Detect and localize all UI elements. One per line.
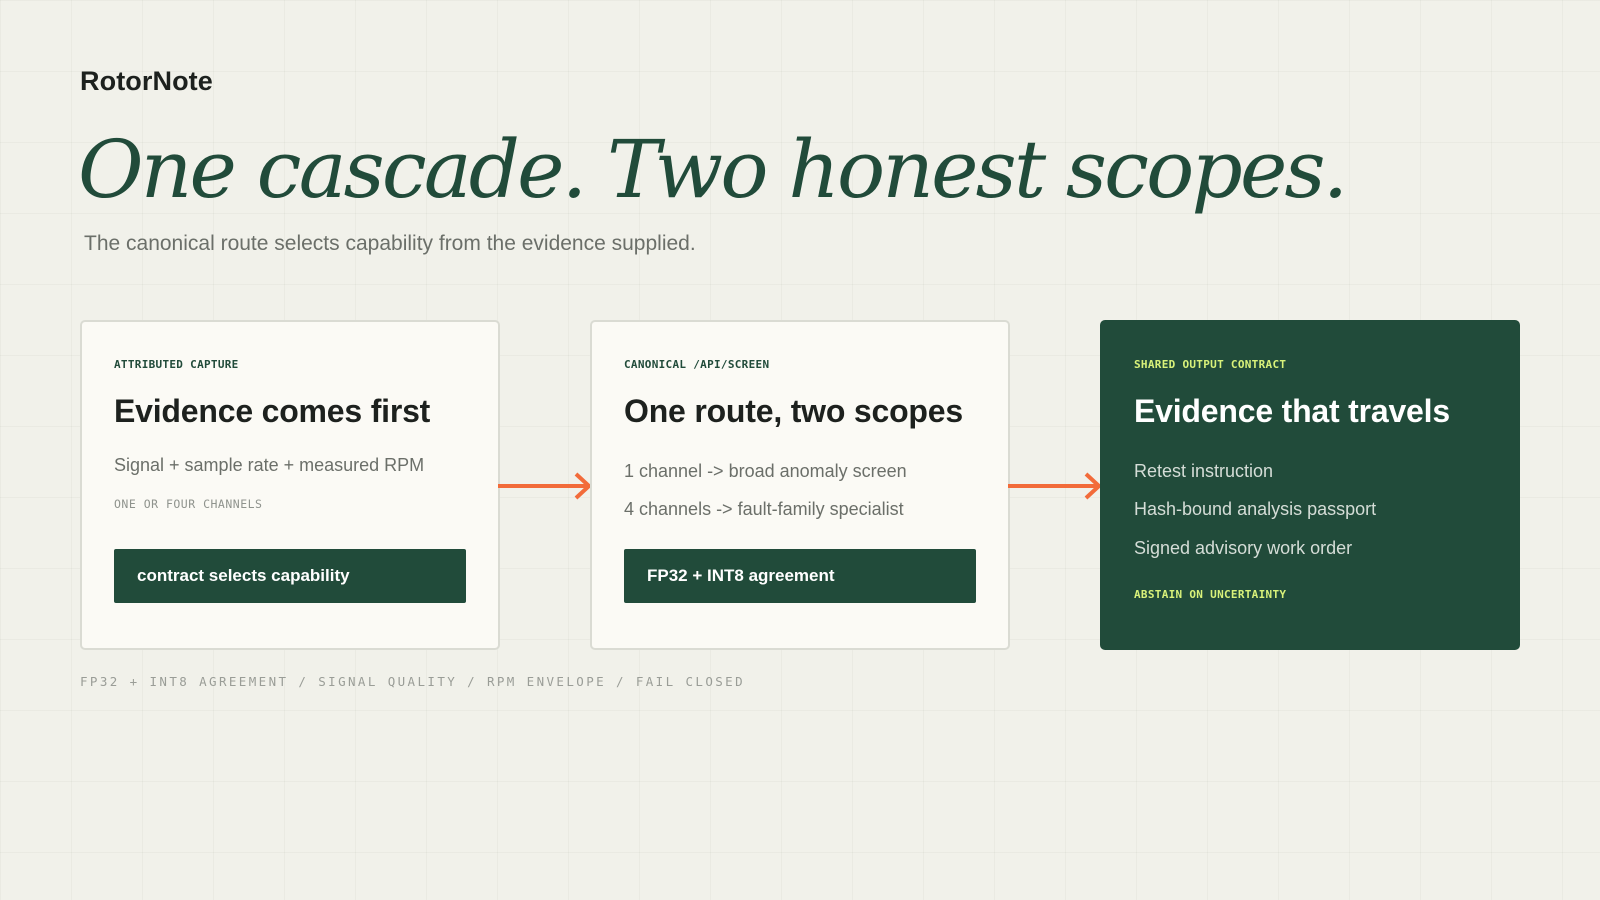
- card-canonical-route: CANONICAL /API/SCREEN One route, two sco…: [590, 320, 1010, 650]
- card-title: Evidence comes first: [114, 393, 431, 429]
- card-eyebrow: CANONICAL /API/SCREEN: [624, 358, 770, 371]
- card-shared-output-contract: SHARED OUTPUT CONTRACT Evidence that tra…: [1100, 320, 1520, 650]
- list-item: 4 channels -> fault-family specialist: [624, 499, 904, 520]
- card-footer-label: ABSTAIN ON UNCERTAINTY: [1134, 588, 1287, 602]
- scope-list: 1 channel -> broad anomaly screen 4 chan…: [624, 460, 976, 522]
- card-eyebrow: SHARED OUTPUT CONTRACT: [1134, 358, 1287, 371]
- list-item: Retest instruction: [1134, 461, 1274, 481]
- output-list: Retest instruction Hash-bound analysis p…: [1134, 460, 1486, 560]
- card-description: Signal + sample rate + measured RPM: [114, 455, 425, 475]
- footer-note: FP32 + INT8 AGREEMENT / SIGNAL QUALITY /…: [80, 674, 746, 689]
- list-item: 1 channel -> broad anomaly screen: [624, 461, 907, 481]
- arrow-right-icon: [1008, 472, 1102, 500]
- card-title: Evidence that travels: [1134, 393, 1450, 429]
- card-title: One route, two scopes: [624, 393, 963, 429]
- arrow-right-icon: [498, 472, 592, 500]
- brand-logo: RotorNote: [80, 66, 213, 96]
- list-item: Signed advisory work order: [1134, 537, 1353, 558]
- page-title: One cascade. Two honest scopes.: [78, 123, 1348, 216]
- card-note: ONE OR FOUR CHANNELS: [114, 497, 263, 512]
- card-attributed-capture: ATTRIBUTED CAPTURE Evidence comes first …: [80, 320, 500, 650]
- contract-selects-capability-button[interactable]: contract selects capability: [114, 549, 466, 603]
- page-subtitle: The canonical route selects capability f…: [84, 232, 696, 255]
- card-eyebrow: ATTRIBUTED CAPTURE: [114, 358, 239, 371]
- list-item: Hash-bound analysis passport: [1134, 499, 1377, 520]
- fp32-int8-agreement-button[interactable]: FP32 + INT8 agreement: [624, 549, 976, 603]
